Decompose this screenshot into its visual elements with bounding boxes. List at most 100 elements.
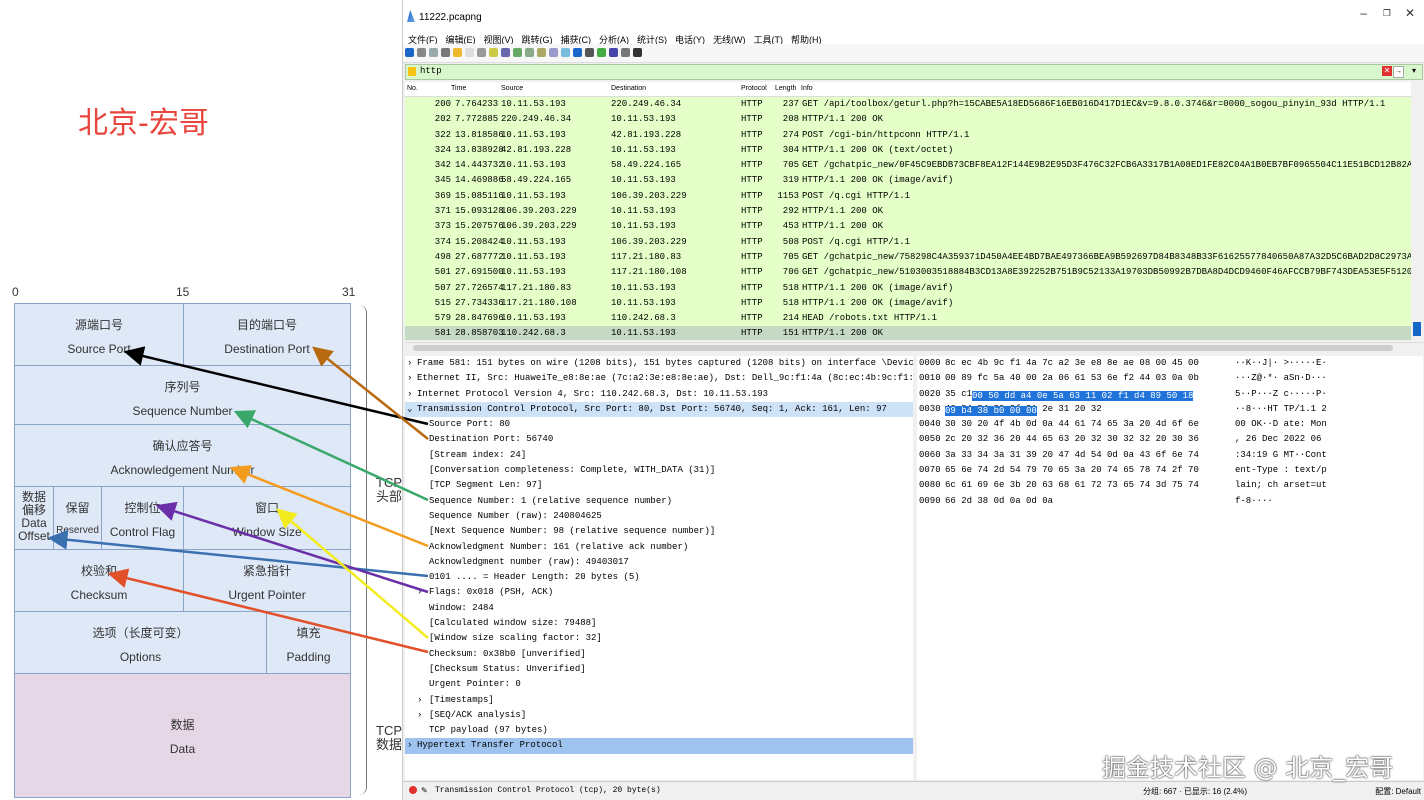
detail-row[interactable]: Destination Port: 56740: [405, 432, 913, 447]
toolbar-button-icon[interactable]: [585, 48, 594, 57]
expand-toggle-icon[interactable]: ›: [407, 358, 412, 368]
toolbar-button-icon[interactable]: [429, 48, 438, 57]
detail-row[interactable]: Sequence Number: 1 (relative sequence nu…: [405, 494, 913, 509]
close-icon[interactable]: ✕: [1405, 6, 1415, 20]
filter-input[interactable]: http: [420, 66, 442, 76]
toolbar-button-icon[interactable]: [537, 48, 546, 57]
apply-filter-icon[interactable]: →: [1393, 66, 1404, 78]
toolbar-button-icon[interactable]: [621, 48, 630, 57]
expand-toggle-icon[interactable]: ⌄: [407, 404, 412, 414]
detail-row[interactable]: Acknowledgment Number: 161 (relative ack…: [405, 540, 913, 555]
detail-row[interactable]: › Hypertext Transfer Protocol: [405, 738, 913, 754]
toolbar-button-icon[interactable]: [525, 48, 534, 57]
toolbar-button-icon[interactable]: [501, 48, 510, 57]
detail-row[interactable]: TCP payload (97 bytes): [405, 723, 913, 738]
packet-row[interactable]: 373 15.207576 106.39.203.229 10.11.53.193 HT…: [405, 219, 1411, 235]
bytes-row[interactable]: 0060 3a 33 34 3a 31 39 20 47 4d 54 0d 0a …: [917, 448, 1423, 463]
packet-row[interactable]: 498 27.687772 10.11.53.193 117.21.180.83 HTT…: [405, 249, 1411, 266]
col-no[interactable]: No.: [407, 85, 418, 92]
toolbar-button-icon[interactable]: [561, 48, 570, 57]
packet-row[interactable]: 581 28.858703 110.242.68.3 10.11.53.193 HTTP…: [405, 326, 1411, 340]
clear-filter-icon[interactable]: ✕: [1382, 66, 1392, 76]
toolbar-button-icon[interactable]: [489, 48, 498, 57]
packet-row[interactable]: 507 27.726574 117.21.180.83 10.11.53.193 HTT…: [405, 280, 1411, 296]
detail-row[interactable]: Acknowledgment number (raw): 49403017: [405, 555, 913, 570]
toolbar-button-icon[interactable]: [609, 48, 618, 57]
maximize-icon[interactable]: ❐: [1383, 8, 1391, 19]
display-filter-bar[interactable]: http ✕ → ▾ +: [405, 64, 1423, 80]
toolbar-button-icon[interactable]: [477, 48, 486, 57]
packet-row[interactable]: 200 7.764233 10.11.53.193 220.249.46.34 HTTP…: [405, 97, 1411, 113]
col-source[interactable]: Source: [501, 85, 523, 92]
bytes-row[interactable]: 0070 65 6e 74 2d 54 79 70 65 3a 20 74 65 …: [917, 463, 1423, 478]
detail-row[interactable]: [Checksum Status: Unverified]: [405, 662, 913, 677]
detail-row[interactable]: [Window size scaling factor: 32]: [405, 631, 913, 646]
expand-toggle-icon[interactable]: ›: [407, 373, 412, 383]
toolbar-button-icon[interactable]: [573, 48, 582, 57]
packet-row[interactable]: 322 13.818586 10.11.53.193 42.81.193.228 HTT…: [405, 127, 1411, 143]
packet-row[interactable]: 374 15.208424 10.11.53.193 106.39.203.229 HT…: [405, 234, 1411, 250]
col-info[interactable]: Info: [801, 85, 813, 92]
detail-row[interactable]: ⌄ Transmission Control Protocol, Src Port…: [405, 401, 913, 418]
toolbar-button-icon[interactable]: [453, 48, 462, 57]
status-profile[interactable]: 配置: Default: [1375, 786, 1421, 797]
capture-status-icon[interactable]: [409, 786, 417, 794]
minimize-icon[interactable]: –: [1360, 6, 1367, 20]
packet-row[interactable]: 579 28.847696 10.11.53.193 110.242.68.3 HTTP…: [405, 311, 1411, 327]
bytes-row[interactable]: 0000 8c ec 4b 9c f1 4a 7c a2 3e e8 8e ae …: [917, 356, 1423, 371]
toolbar-button-icon[interactable]: [633, 48, 642, 57]
detail-row[interactable]: Window: 2484: [405, 601, 913, 616]
packet-row[interactable]: 342 14.443732 10.11.53.193 58.49.224.165 HTT…: [405, 158, 1411, 174]
scroll-thumb[interactable]: [1413, 322, 1421, 336]
detail-row[interactable]: [Next Sequence Number: 98 (relative sequ…: [405, 524, 913, 539]
col-length[interactable]: Length: [775, 85, 796, 92]
edit-icon[interactable]: ✎: [421, 786, 428, 795]
col-time[interactable]: Time: [451, 85, 466, 92]
bytes-row[interactable]: 0050 2c 20 32 36 20 44 65 63 20 32 30 32 …: [917, 432, 1423, 447]
packet-row[interactable]: 501 27.691500 10.11.53.193 117.21.180.108 HT…: [405, 265, 1411, 281]
bytes-row[interactable]: 0020 35 c1 00 50 dd a4 0e 5a 63 11 02 f1 …: [917, 387, 1423, 402]
bytes-row[interactable]: 0030 09 b4 38 b0 00 00 48 54 54 50 2f 31 …: [917, 402, 1423, 417]
bytes-row[interactable]: 0010 00 89 fc 5a 40 00 2a 06 61 53 6e f2 …: [917, 371, 1423, 386]
detail-row[interactable]: [TCP Segment Len: 97]: [405, 478, 913, 493]
toolbar-button-icon[interactable]: [405, 48, 414, 57]
toolbar-button-icon[interactable]: [417, 48, 426, 57]
bytes-row[interactable]: 0080 6c 61 69 6e 3b 20 63 68 61 72 73 65 …: [917, 478, 1423, 493]
detail-row[interactable]: › Internet Protocol Version 4, Src: 110.2…: [405, 387, 913, 402]
packet-row[interactable]: 515 27.734336 117.21.180.108 10.11.53.193 HT…: [405, 295, 1411, 312]
detail-row[interactable]: [Stream index: 24]: [405, 448, 913, 463]
bytes-row[interactable]: 0040 30 30 20 4f 4b 0d 0a 44 61 74 65 3a …: [917, 417, 1423, 432]
detail-row[interactable]: › [SEQ/ACK analysis]: [405, 708, 913, 723]
detail-row[interactable]: Checksum: 0x38b0 [unverified]: [405, 647, 913, 662]
detail-row[interactable]: Sequence Number (raw): 240804625: [405, 509, 913, 524]
bytes-row[interactable]: 0090 66 2d 38 0d 0a 0d 0a f-8····: [917, 494, 1423, 509]
detail-row[interactable]: Source Port: 80: [405, 417, 913, 432]
expand-toggle-icon[interactable]: ›: [407, 389, 412, 399]
detail-row[interactable]: Urgent Pointer: 0: [405, 677, 913, 692]
expand-toggle-icon[interactable]: ›: [417, 710, 422, 720]
packet-row[interactable]: 324 13.838928 42.81.193.228 10.11.53.193 HTT…: [405, 142, 1411, 159]
toolbar-button-icon[interactable]: [441, 48, 450, 57]
detail-row[interactable]: › Ethernet II, Src: HuaweiTe_e8:8e:ae (7c…: [405, 371, 913, 386]
packet-row[interactable]: 345 14.469886 58.49.224.165 10.11.53.193 HTT…: [405, 173, 1411, 189]
expand-toggle-icon[interactable]: ›: [417, 695, 422, 705]
expand-toggle-icon[interactable]: ›: [407, 740, 412, 750]
packet-list-hscrollbar[interactable]: [405, 342, 1423, 353]
toolbar-button-icon[interactable]: [549, 48, 558, 57]
detail-row[interactable]: › Flags: 0x018 (PSH, ACK): [405, 585, 913, 600]
detail-row[interactable]: 0101 .... = Header Length: 20 bytes (5): [405, 570, 913, 585]
col-protocol[interactable]: Protocol: [741, 85, 767, 92]
filter-dropdown-icon[interactable]: ▾: [1412, 66, 1416, 75]
col-destination[interactable]: Destination: [611, 85, 646, 92]
bookmark-icon[interactable]: [408, 67, 416, 76]
packet-row[interactable]: 371 15.093128 106.39.203.229 10.11.53.193 HT…: [405, 204, 1411, 220]
toolbar-button-icon[interactable]: [465, 48, 474, 57]
packet-row[interactable]: 369 15.085116 10.11.53.193 106.39.203.229 HT…: [405, 188, 1411, 205]
detail-row[interactable]: › [Timestamps]: [405, 693, 913, 708]
toolbar-button-icon[interactable]: [513, 48, 522, 57]
detail-row[interactable]: › Frame 581: 151 bytes on wire (1208 bits…: [405, 356, 913, 371]
toolbar-button-icon[interactable]: [597, 48, 606, 57]
packet-row[interactable]: 202 7.772885 220.249.46.34 10.11.53.193 HTTP…: [405, 112, 1411, 128]
detail-row[interactable]: [Calculated window size: 79488]: [405, 616, 913, 631]
packet-list-scrollbar[interactable]: [1411, 82, 1423, 340]
